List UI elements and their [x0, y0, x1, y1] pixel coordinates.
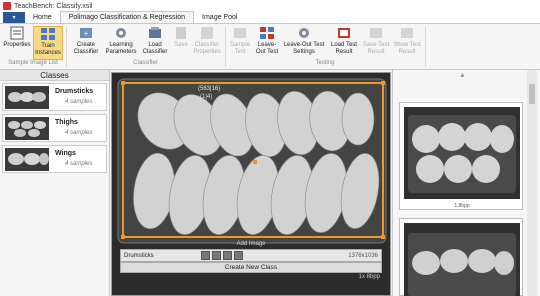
create-classifier-icon: +: [80, 28, 92, 38]
class-sample-count: 4 samples: [65, 130, 93, 136]
svg-text:+: +: [84, 29, 89, 38]
roi-size-label: (1|4): [200, 94, 213, 100]
sample-strip: Drumsticks 1376x1036: [120, 249, 382, 262]
properties-icon: [10, 26, 24, 40]
sample-thumbnail[interactable]: [234, 251, 243, 260]
roi-center-handle[interactable]: [253, 160, 257, 164]
tab-home[interactable]: Home: [25, 11, 60, 23]
image-pool-panel: ▲ 1,8bpp: [392, 70, 540, 296]
train-instances-label: Train Instances: [35, 43, 61, 56]
class-thumbnail: [5, 148, 49, 171]
learning-parameters-label: Learning Parameters: [105, 42, 137, 55]
save-label: Save: [174, 42, 188, 48]
classes-header: Classes: [0, 70, 109, 81]
sample-thumbnail[interactable]: [223, 251, 232, 260]
sample-test-button[interactable]: Sample Test: [228, 26, 252, 60]
class-name: Thighs: [55, 119, 78, 126]
load-test-result-icon: [338, 28, 350, 38]
properties-label: Properties: [3, 42, 31, 48]
classifier-properties-icon: [201, 27, 213, 39]
show-test-result-button[interactable]: Show Test Result: [392, 26, 422, 60]
class-thumbnail: [5, 86, 49, 109]
load-classifier-button[interactable]: Load Classifier: [140, 26, 170, 60]
pool-image: [404, 107, 520, 199]
leave-out-test-settings-label: Leave-Out Test Settings: [283, 42, 325, 55]
group-label-testing: Testing: [315, 60, 335, 66]
group-label-classifier: Classifier: [133, 60, 158, 66]
leave-out-test-icon: [260, 27, 274, 39]
gear-icon: [116, 28, 126, 38]
zoom-label: 1x 8bpp: [358, 274, 380, 280]
pool-image: [404, 223, 520, 296]
window-title: TeachBench: Classify.xsil: [14, 2, 93, 10]
roi-handle[interactable]: [121, 235, 125, 239]
sample-thumbnail[interactable]: [201, 251, 210, 260]
class-item-drumsticks[interactable]: Drumsticks 4 samples: [2, 83, 107, 111]
image-viewer[interactable]: (563|16) (1|4) Add Image Drumsticks 1376…: [111, 72, 391, 296]
create-classifier-label: Create Classifier: [73, 42, 99, 55]
load-test-result-label: Load Test Result: [331, 42, 357, 55]
add-image-label[interactable]: Add Image: [112, 241, 390, 247]
save-classifier-button[interactable]: Save: [171, 26, 191, 60]
tab-polimago[interactable]: Polimago Classification & Regression: [59, 11, 195, 23]
sample-test-label: Sample Test: [229, 42, 251, 55]
learning-parameters-button[interactable]: Learning Parameters: [103, 26, 139, 60]
ribbon: Properties Train Instances + Create Clas…: [0, 24, 540, 70]
leave-out-test-button[interactable]: Leave-Out Test: [253, 26, 281, 60]
class-item-thighs[interactable]: Thighs 4 samples: [2, 114, 107, 142]
tab-image-pool[interactable]: Image Pool: [194, 11, 245, 23]
image-size-label: 1376x1036: [348, 253, 378, 259]
ribbon-tabbar: ▾ Home Polimago Classification & Regress…: [0, 11, 540, 24]
class-thumbnail: [5, 117, 49, 140]
load-test-result-button[interactable]: Load Test Result: [328, 26, 360, 60]
roi-handle[interactable]: [381, 81, 385, 85]
gear-icon: [299, 28, 309, 38]
roi-handle[interactable]: [121, 81, 125, 85]
show-test-result-icon: [401, 28, 413, 38]
save-test-result-icon: [370, 28, 382, 38]
save-test-result-label: Save Test Result: [362, 42, 390, 55]
properties-button[interactable]: Properties: [2, 26, 32, 60]
roi-handle[interactable]: [381, 235, 385, 239]
show-test-result-label: Show Test Result: [393, 42, 421, 55]
pool-image-card[interactable]: [399, 218, 523, 296]
class-name: Wings: [55, 150, 76, 157]
classes-panel: Classes Drumsticks 4 samples Thighs 4 sa…: [0, 70, 110, 296]
pool-image-size: 1,8bpp: [454, 203, 470, 209]
sample-thumbnail[interactable]: [212, 251, 221, 260]
image-pool-scrollbar[interactable]: [527, 70, 537, 296]
train-instances-icon: [41, 28, 55, 40]
load-classifier-label: Load Classifier: [142, 42, 168, 55]
load-classifier-icon: [149, 27, 161, 38]
sample-strip-class: Drumsticks: [124, 253, 154, 259]
save-icon: [176, 27, 186, 39]
roi-position-label: (563|16): [198, 86, 221, 92]
create-new-class-button[interactable]: Create New Class: [120, 262, 382, 273]
ribbon-separator: [425, 27, 426, 67]
roi-rectangle[interactable]: [121, 81, 385, 239]
pool-image-card[interactable]: 1,8bpp: [399, 102, 523, 210]
leave-out-test-label: Leave-Out Test: [255, 42, 279, 55]
save-test-result-button[interactable]: Save Test Result: [361, 26, 391, 60]
group-label-sample-image-list: Sample Image List: [8, 60, 58, 66]
class-sample-count: 4 samples: [65, 161, 93, 167]
class-sample-count: 4 samples: [65, 99, 93, 105]
create-classifier-button[interactable]: + Create Classifier: [70, 26, 102, 60]
class-item-wings[interactable]: Wings 4 samples: [2, 145, 107, 173]
train-instances-button[interactable]: Train Instances: [33, 26, 63, 60]
chevron-up-icon[interactable]: ▲: [459, 72, 466, 79]
class-name: Drumsticks: [55, 88, 94, 95]
classifier-properties-label: Classifier Properties: [193, 42, 221, 55]
leave-out-test-settings-button[interactable]: Leave-Out Test Settings: [282, 26, 326, 60]
classifier-properties-button[interactable]: Classifier Properties: [192, 26, 222, 60]
sample-test-icon: [234, 28, 246, 38]
app-icon: [3, 2, 11, 10]
scrollbar-thumb[interactable]: [529, 84, 535, 104]
file-menu-button[interactable]: ▾: [3, 12, 25, 23]
